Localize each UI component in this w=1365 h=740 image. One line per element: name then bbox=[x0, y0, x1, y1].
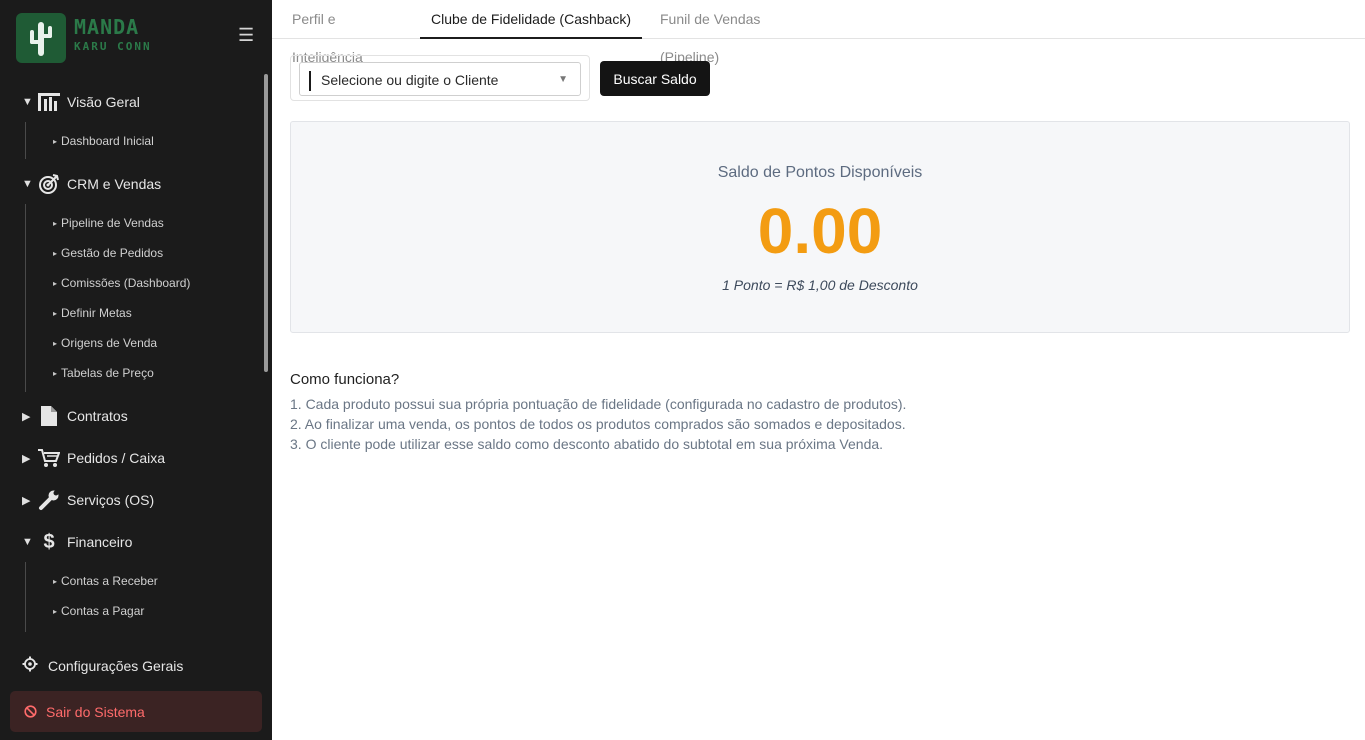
bullet-triangle-icon: ▸ bbox=[53, 219, 58, 228]
client-select[interactable]: Selecione ou digite o Cliente ▼ bbox=[299, 62, 581, 96]
bullet-triangle-icon: ▸ bbox=[53, 607, 58, 616]
sidebar-item-label: Contas a Pagar bbox=[61, 604, 145, 618]
document-icon bbox=[38, 405, 60, 427]
caret-right-icon: ▶ bbox=[22, 494, 31, 507]
how-it-works: Como funciona? 1. Cada produto possui su… bbox=[290, 371, 906, 454]
submenu-divider bbox=[25, 562, 26, 632]
sidebar-item-contas-receber[interactable]: ▸ Contas a Receber bbox=[53, 573, 158, 589]
target-icon bbox=[38, 173, 60, 195]
caret-down-icon: ▼ bbox=[22, 96, 33, 108]
sidebar-item-gestao-pedidos[interactable]: ▸ Gestão de Pedidos bbox=[53, 245, 163, 261]
main-content: Perfil e Inteligência Clube de Fidelidad… bbox=[272, 0, 1365, 740]
sidebar-item-tabelas-preco[interactable]: ▸ Tabelas de Preço bbox=[53, 365, 154, 381]
sidebar-item-label: Definir Metas bbox=[61, 306, 132, 320]
balance-title: Saldo de Pontos Disponíveis bbox=[717, 164, 923, 181]
how-it-works-line: 3. O cliente pode utilizar esse saldo co… bbox=[290, 436, 884, 452]
submenu-divider bbox=[25, 204, 26, 392]
caret-down-icon: ▼ bbox=[22, 178, 33, 190]
bullet-triangle-icon: ▸ bbox=[53, 279, 58, 288]
bullet-triangle-icon: ▸ bbox=[53, 309, 58, 318]
sidebar-item-label: Contas a Receber bbox=[61, 574, 158, 588]
sidebar-item-origens-venda[interactable]: ▸ Origens de Venda bbox=[53, 335, 157, 351]
hamburger-menu-icon[interactable]: ☰ bbox=[238, 26, 254, 44]
tab-perfil-inteligencia[interactable]: Perfil e Inteligência bbox=[292, 0, 404, 65]
wrench-icon bbox=[38, 489, 60, 511]
brand-line1: MANDA bbox=[74, 15, 140, 39]
buscar-saldo-button[interactable]: Buscar Saldo bbox=[600, 61, 710, 96]
nav-group-crm-vendas[interactable]: ▼ CRM e Vendas bbox=[0, 169, 262, 199]
nav-group-label: Serviços (OS) bbox=[67, 492, 155, 508]
logout-label: Sair do Sistema bbox=[46, 703, 145, 720]
cart-icon bbox=[38, 447, 60, 469]
nav-group-servicos[interactable]: ▶ Serviços (OS) bbox=[0, 485, 262, 515]
prohibited-icon bbox=[24, 705, 37, 718]
sidebar-item-label: Dashboard Inicial bbox=[61, 134, 154, 148]
sidebar-item-dashboard-inicial[interactable]: ▸ Dashboard Inicial bbox=[53, 133, 154, 149]
bullet-triangle-icon: ▸ bbox=[53, 249, 58, 258]
logout-button[interactable]: Sair do Sistema bbox=[10, 691, 262, 732]
client-select-placeholder: Selecione ou digite o Cliente bbox=[321, 72, 499, 88]
nav-group-label: Contratos bbox=[67, 408, 128, 424]
nav-group-label: Pedidos / Caixa bbox=[67, 450, 166, 466]
sidebar-item-label: Tabelas de Preço bbox=[61, 366, 154, 380]
bullet-triangle-icon: ▸ bbox=[53, 577, 58, 586]
sidebar-item-label: Pipeline de Vendas bbox=[61, 216, 164, 230]
cactus-icon bbox=[16, 13, 66, 63]
sidebar-item-comissoes[interactable]: ▸ Comissões (Dashboard) bbox=[53, 275, 190, 291]
brand-line2: KARU CONN bbox=[74, 40, 152, 53]
chart-bars-icon bbox=[38, 91, 60, 113]
sidebar-item-definir-metas[interactable]: ▸ Definir Metas bbox=[53, 305, 132, 321]
how-it-works-line: 2. Ao finalizar uma venda, os pontos de … bbox=[290, 416, 906, 432]
nav-group-pedidos-caixa[interactable]: ▶ Pedidos / Caixa bbox=[0, 443, 262, 473]
tab-bar: Perfil e Inteligência Clube de Fidelidad… bbox=[272, 0, 1365, 65]
balance-value: 0.00 bbox=[757, 195, 883, 267]
tab-funil-vendas[interactable]: Funil de Vendas (Pipeline) bbox=[660, 0, 812, 65]
dollar-icon: $ bbox=[43, 530, 55, 553]
sidebar-item-label: Gestão de Pedidos bbox=[61, 246, 164, 260]
sidebar-item-contas-pagar[interactable]: ▸ Contas a Pagar bbox=[53, 603, 144, 619]
tab-clube-fidelidade[interactable]: Clube de Fidelidade (Cashback) bbox=[420, 0, 642, 39]
sidebar: MANDA KARU CONN ☰ ▼ Visão Geral ▸ Dashboa… bbox=[0, 0, 272, 740]
config-label: Configurações Gerais bbox=[48, 658, 184, 674]
nav-group-label: Financeiro bbox=[67, 534, 133, 550]
balance-card: Saldo de Pontos Disponíveis 0.00 1 Ponto… bbox=[290, 121, 1350, 333]
caret-right-icon: ▶ bbox=[22, 410, 31, 423]
gear-icon bbox=[22, 656, 38, 677]
submenu-divider bbox=[25, 122, 26, 159]
client-select-container: Selecione ou digite o Cliente ▼ bbox=[290, 55, 590, 101]
nav-group-label: CRM e Vendas bbox=[67, 176, 162, 192]
caret-down-icon: ▼ bbox=[22, 536, 33, 548]
nav-group-label: Visão Geral bbox=[67, 94, 140, 110]
bullet-triangle-icon: ▸ bbox=[53, 369, 58, 378]
how-it-works-line: 1. Cada produto possui sua própria pontu… bbox=[290, 396, 907, 412]
bullet-triangle-icon: ▸ bbox=[53, 137, 58, 146]
brand-logo[interactable]: MANDA KARU CONN ☰ bbox=[16, 13, 256, 63]
how-it-works-title: Como funciona? bbox=[290, 371, 400, 388]
nav-group-financeiro[interactable]: ▼ $ Financeiro bbox=[0, 527, 262, 557]
nav-group-visao-geral[interactable]: ▼ Visão Geral bbox=[0, 87, 262, 117]
sidebar-item-configuracoes[interactable]: Configurações Gerais bbox=[22, 655, 183, 677]
brand-name: MANDA KARU CONN bbox=[74, 17, 152, 52]
caret-right-icon: ▶ bbox=[22, 452, 31, 465]
sidebar-item-pipeline-vendas[interactable]: ▸ Pipeline de Vendas bbox=[53, 215, 164, 231]
sidebar-item-label: Comissões (Dashboard) bbox=[61, 276, 191, 290]
balance-note: 1 Ponto = R$ 1,00 de Desconto bbox=[722, 277, 918, 293]
bullet-triangle-icon: ▸ bbox=[53, 339, 58, 348]
chevron-down-icon: ▼ bbox=[558, 74, 568, 85]
text-cursor bbox=[309, 71, 311, 91]
sidebar-item-label: Origens de Venda bbox=[61, 336, 158, 350]
nav-group-contratos[interactable]: ▶ Contratos bbox=[0, 401, 262, 431]
sidebar-scrollbar[interactable] bbox=[264, 74, 268, 372]
